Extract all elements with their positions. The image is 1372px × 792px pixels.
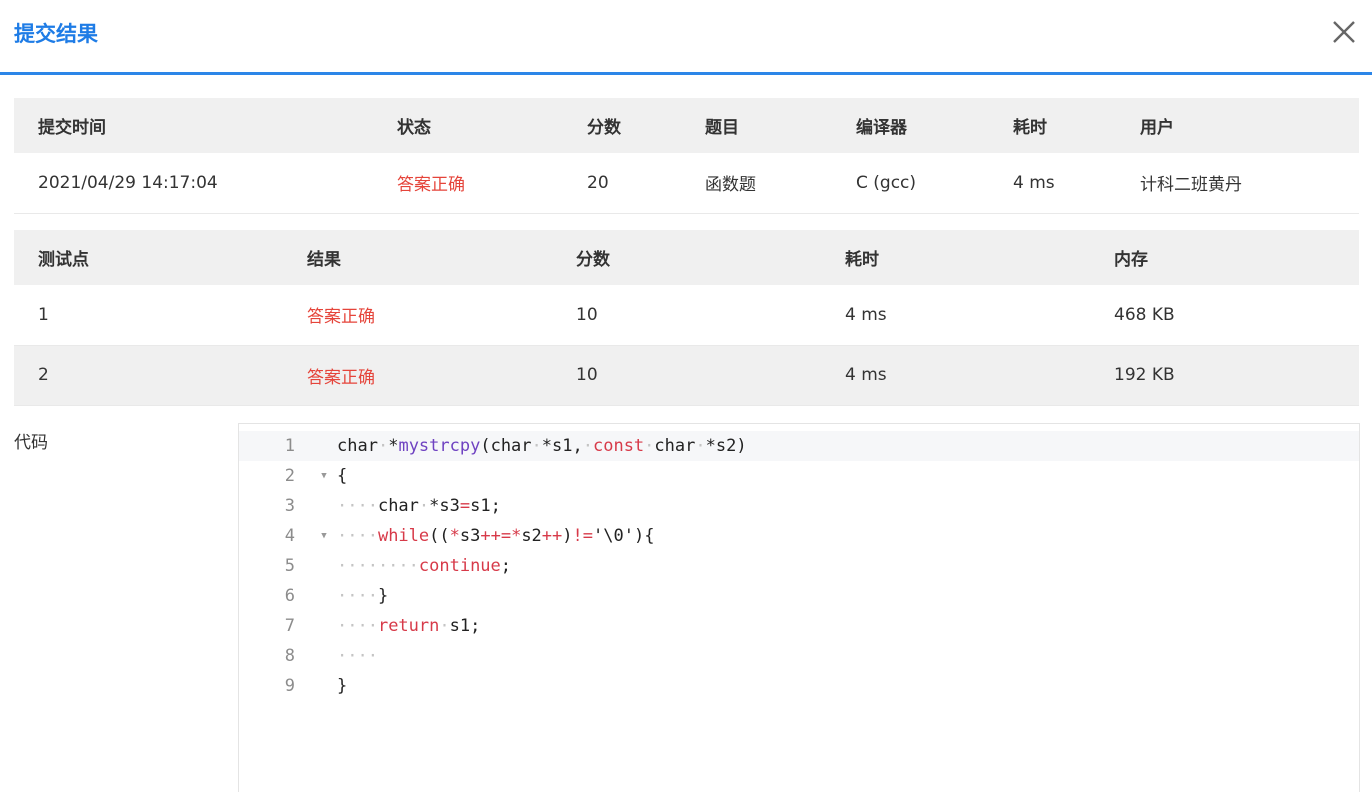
- submission-summary-table: 提交时间 状态 分数 题目 编译器 耗时 用户 2021/04/29 14:17…: [14, 98, 1359, 214]
- header-status: 状态: [373, 98, 563, 153]
- submit-time: 2021/04/29 14:17:04: [14, 153, 373, 214]
- line-number: 4: [284, 526, 295, 546]
- case-id: 1: [14, 285, 283, 346]
- problem-type: 函数题: [681, 153, 832, 214]
- header-score: 分数: [563, 98, 681, 153]
- header-user: 用户: [1116, 98, 1359, 153]
- code-line: 3 ····char·*s3=s1;: [239, 491, 1359, 521]
- code-text: ····while((*s3++=*s2++)!='\0'){: [337, 526, 655, 546]
- line-number: 3: [284, 496, 295, 516]
- user-name: 计科二班黄丹: [1116, 153, 1359, 214]
- line-number: 8: [284, 646, 295, 666]
- header-case-time: 耗时: [821, 230, 1090, 285]
- table-row: 2 答案正确 10 4 ms 192 KB: [14, 345, 1359, 406]
- close-icon[interactable]: [1330, 18, 1358, 46]
- header-case-score: 分数: [552, 230, 821, 285]
- elapsed-time: 4 ms: [989, 153, 1116, 214]
- code-text: }: [337, 676, 348, 696]
- line-number: 7: [284, 616, 295, 636]
- case-score: 10: [552, 285, 821, 346]
- dialog-title: 提交结果: [14, 22, 98, 46]
- fold-arrow-icon[interactable]: ▼: [319, 461, 329, 491]
- code-text: ····return·s1;: [337, 616, 481, 636]
- code-text: ····: [337, 646, 378, 666]
- code-line: 4 ▼ ····while((*s3++=*s2++)!='\0'){: [239, 521, 1359, 551]
- header-submit-time: 提交时间: [14, 98, 373, 153]
- case-id: 2: [14, 345, 283, 406]
- code-line: 5 ········continue;: [239, 551, 1359, 581]
- header-memory: 内存: [1090, 230, 1359, 285]
- table-row: 1 答案正确 10 4 ms 468 KB: [14, 285, 1359, 346]
- fold-arrow-icon[interactable]: ▼: [319, 521, 329, 551]
- header-test-point: 测试点: [14, 230, 283, 285]
- code-text: ····}: [337, 586, 389, 606]
- code-line: 6 ····}: [239, 581, 1359, 611]
- compiler: C (gcc): [832, 153, 989, 214]
- case-score: 10: [552, 345, 821, 406]
- case-time: 4 ms: [821, 345, 1090, 406]
- code-text: ········continue;: [337, 556, 512, 576]
- header-elapsed: 耗时: [989, 98, 1116, 153]
- line-number: 5: [284, 556, 295, 576]
- code-line: 1 char·*mystrcpy(char·*s1,·const·char·*s…: [239, 431, 1359, 461]
- cases-header-row: 测试点 结果 分数 耗时 内存: [14, 230, 1359, 285]
- code-line: 7 ····return·s1;: [239, 611, 1359, 641]
- header-problem: 题目: [681, 98, 832, 153]
- line-number: 9: [284, 676, 295, 696]
- summary-row: 2021/04/29 14:17:04 答案正确 20 函数题 C (gcc) …: [14, 153, 1359, 214]
- case-memory: 192 KB: [1090, 345, 1359, 406]
- test-cases-table: 测试点 结果 分数 耗时 内存 1 答案正确 10 4 ms 468 KB 2 …: [14, 230, 1359, 406]
- code-text: {: [337, 466, 348, 486]
- case-result: 答案正确: [283, 345, 552, 406]
- score: 20: [563, 153, 681, 214]
- case-memory: 468 KB: [1090, 285, 1359, 346]
- code-line: 8 ····: [239, 641, 1359, 671]
- case-time: 4 ms: [821, 285, 1090, 346]
- case-result: 答案正确: [283, 285, 552, 346]
- code-line: 2 ▼ {: [239, 461, 1359, 491]
- code-text: ····char·*s3=s1;: [337, 496, 501, 516]
- status-text: 答案正确: [373, 153, 563, 214]
- code-editor[interactable]: 1 char·*mystrcpy(char·*s1,·const·char·*s…: [238, 423, 1360, 792]
- code-line: 9 }: [239, 671, 1359, 701]
- header-result: 结果: [283, 230, 552, 285]
- dialog-header: 提交结果: [0, 0, 1372, 75]
- line-number: 2: [284, 466, 295, 486]
- line-number: 6: [284, 586, 295, 606]
- header-compiler: 编译器: [832, 98, 989, 153]
- code-label: 代码: [14, 433, 48, 453]
- line-number: 1: [284, 436, 295, 456]
- code-text: char·*mystrcpy(char·*s1,·const·char·*s2): [337, 436, 747, 456]
- summary-header-row: 提交时间 状态 分数 题目 编译器 耗时 用户: [14, 98, 1359, 153]
